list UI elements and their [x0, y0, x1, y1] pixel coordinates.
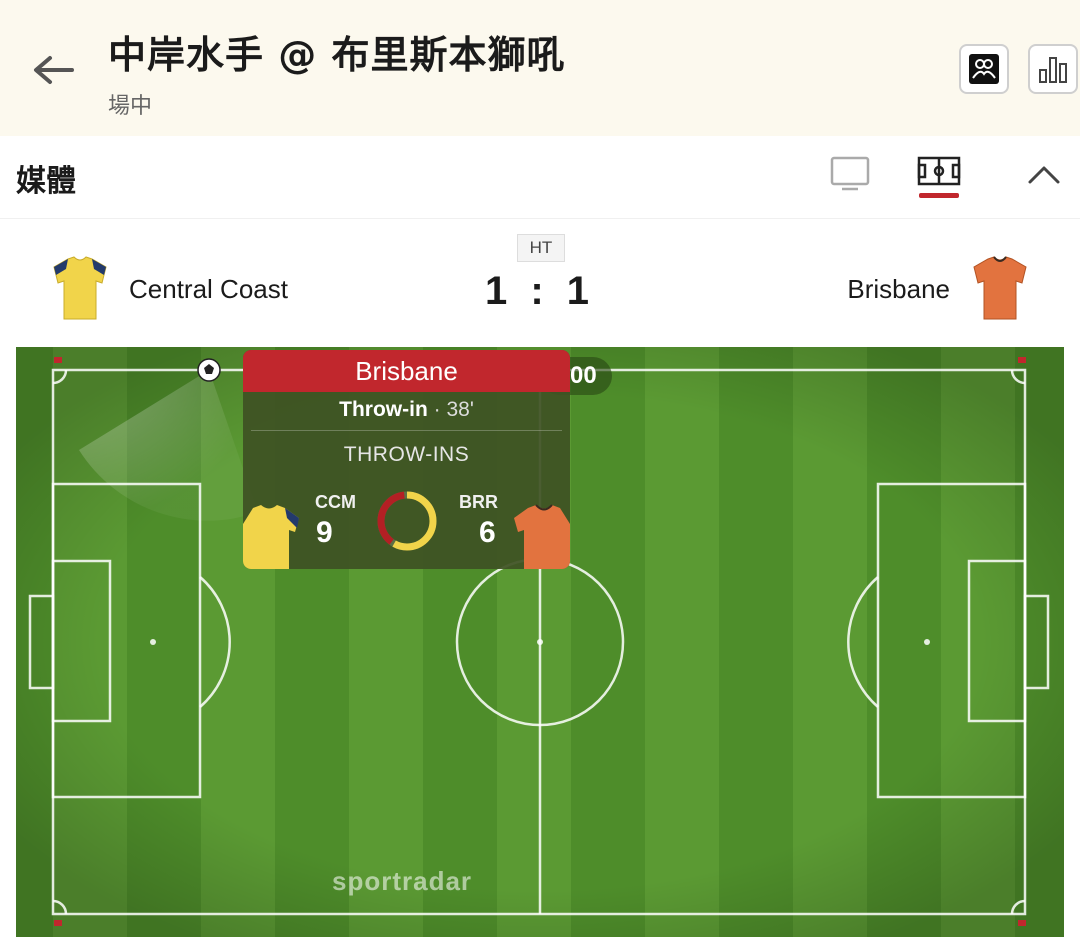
- home-jersey-icon: [53, 256, 107, 320]
- popup-divider: [251, 430, 562, 431]
- match-title: 中岸水手 @ 布里斯本獅吼: [108, 33, 566, 77]
- tv-view-button[interactable]: [830, 154, 870, 194]
- lineup-icon: [969, 54, 999, 84]
- away-score: 1: [566, 269, 596, 313]
- away-team-name: Brisbane: [847, 274, 950, 304]
- popup-event-minute: · 38': [433, 398, 474, 421]
- popup-event-type: Throw-in: [339, 398, 428, 421]
- match-clock-text: 00: [570, 362, 597, 389]
- stats-icon: [1039, 57, 1067, 83]
- event-popup: Brisbane Throw-in · 38' THROW-INS CCM 9 …: [243, 350, 570, 569]
- popup-stat-label: THROW-INS: [343, 443, 470, 466]
- pitch-view-button[interactable]: [917, 154, 961, 202]
- away-jersey-icon: [973, 256, 1027, 320]
- home-team-name: Central Coast: [129, 274, 288, 304]
- tv-icon: [830, 156, 870, 191]
- lineup-button[interactable]: [959, 44, 1009, 94]
- pitch-view-icon: [917, 156, 961, 198]
- popup-away-count: 6: [479, 516, 496, 549]
- popup-event: Throw-in · 38': [243, 398, 570, 422]
- app-header: 中岸水手 @ 布里斯本獅吼 場中: [0, 0, 1080, 136]
- popup-home-jersey-icon: [243, 505, 299, 569]
- popup-team: Brisbane: [243, 350, 570, 392]
- period-badge: HT: [517, 234, 565, 262]
- back-arrow-icon: [34, 56, 74, 84]
- scoreboard: Central Coast HT 1 : 1 Brisbane: [0, 219, 1080, 347]
- stats-button[interactable]: [1028, 44, 1078, 94]
- sportradar-logo: sportradar: [332, 866, 473, 896]
- ball-icon: [197, 358, 221, 382]
- collapse-button[interactable]: [1024, 156, 1064, 196]
- media-label: 媒體: [16, 164, 76, 199]
- popup-away-jersey-icon: [514, 504, 570, 569]
- popup-home-abbr: CCM: [315, 492, 356, 512]
- score: 1 : 1: [440, 269, 640, 314]
- match-status: 場中: [108, 94, 153, 119]
- media-bar: 媒體: [0, 136, 1080, 219]
- chevron-up-icon: [1028, 166, 1060, 184]
- throw-in-ratio-donut: [377, 491, 437, 551]
- popup-away-abbr: BRR: [459, 492, 498, 512]
- home-score: 1: [484, 269, 514, 313]
- score-separator: :: [530, 269, 550, 313]
- back-button[interactable]: [28, 48, 80, 92]
- popup-home-count: 9: [316, 516, 333, 549]
